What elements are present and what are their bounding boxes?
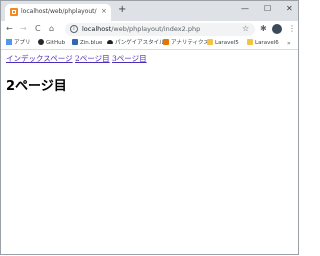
github-icon [38, 39, 44, 45]
url-host: localhost [82, 25, 112, 33]
bookmarks-bar: アプリ GitHub Zin.blue パンゲイアスタイル アナリティクス La… [1, 38, 298, 50]
menu-icon[interactable]: ⋮ [288, 24, 296, 34]
reload-button[interactable]: C [35, 24, 41, 34]
zin-icon [72, 39, 78, 45]
xampp-favicon-icon [10, 8, 18, 16]
link-index-page[interactable]: インデックスページ [6, 54, 73, 63]
maximize-button[interactable]: ☐ [264, 3, 271, 15]
bookmark-label: Zin.blue [80, 40, 103, 46]
back-button[interactable]: ← [6, 24, 13, 34]
active-tab[interactable]: localhost/web/phplayout/index2 × [5, 4, 111, 21]
browser-window: localhost/web/phplayout/index2 × + — ☐ ✕… [0, 0, 299, 255]
bookmark-label: アプリ [14, 40, 31, 46]
info-icon[interactable]: i [70, 25, 78, 33]
bookmark-star-icon[interactable]: ☆ [242, 24, 249, 33]
home-button[interactable]: ⌂ [49, 24, 54, 34]
bookmark-laravel6[interactable]: Laravel6 [247, 39, 279, 48]
toolbar: ← → C ⌂ i localhost/web/phplayout/index2… [1, 21, 298, 38]
link-page-2[interactable]: 2ページ目 [75, 54, 110, 63]
bookmark-pangaea[interactable]: パンゲイアスタイル [107, 39, 165, 48]
bookmark-github[interactable]: GitHub [38, 39, 65, 48]
bookmark-analytics[interactable]: アナリティクス [163, 39, 209, 48]
tab-close-icon[interactable]: × [101, 7, 107, 15]
close-window-button[interactable]: ✕ [286, 3, 293, 15]
page-heading: 2ページ目 [6, 79, 67, 94]
bookmark-label: Laravel5 [215, 40, 239, 46]
folder-icon [247, 39, 253, 45]
cloud-icon [107, 40, 113, 44]
tab-strip: localhost/web/phplayout/index2 × + — ☐ ✕ [1, 1, 298, 21]
bookmarks-more-icon[interactable]: » [287, 39, 291, 48]
bookmark-zin[interactable]: Zin.blue [72, 39, 102, 48]
bookmark-label: アナリティクス [171, 40, 209, 46]
forward-button[interactable]: → [20, 24, 27, 34]
folder-icon [207, 39, 213, 45]
link-page-3[interactable]: 3ページ目 [112, 54, 147, 63]
bookmark-label: GitHub [46, 40, 66, 46]
address-bar[interactable]: i localhost/web/phplayout/index2.php ☆ [65, 23, 255, 36]
new-tab-button[interactable]: + [118, 5, 126, 15]
minimize-button[interactable]: — [241, 3, 249, 15]
nav-links: インデックスページ 2ページ目 3ページ目 [6, 53, 296, 65]
analytics-icon [163, 39, 169, 45]
apps-icon [6, 39, 12, 45]
bookmark-laravel5[interactable]: Laravel5 [207, 39, 239, 48]
extensions-icon[interactable]: ✱ [260, 24, 267, 34]
tab-title: localhost/web/phplayout/index2 [21, 8, 97, 15]
bookmark-label: Laravel6 [255, 40, 279, 46]
url-path: /web/phplayout/index2.php [111, 25, 201, 33]
bookmark-label: パンゲイアスタイル [115, 40, 165, 46]
bookmark-apps[interactable]: アプリ [6, 39, 31, 48]
url-text: localhost/web/phplayout/index2.php [82, 25, 200, 33]
profile-avatar[interactable] [272, 24, 282, 34]
page-content: インデックスページ 2ページ目 3ページ目 2ページ目 [6, 53, 296, 94]
